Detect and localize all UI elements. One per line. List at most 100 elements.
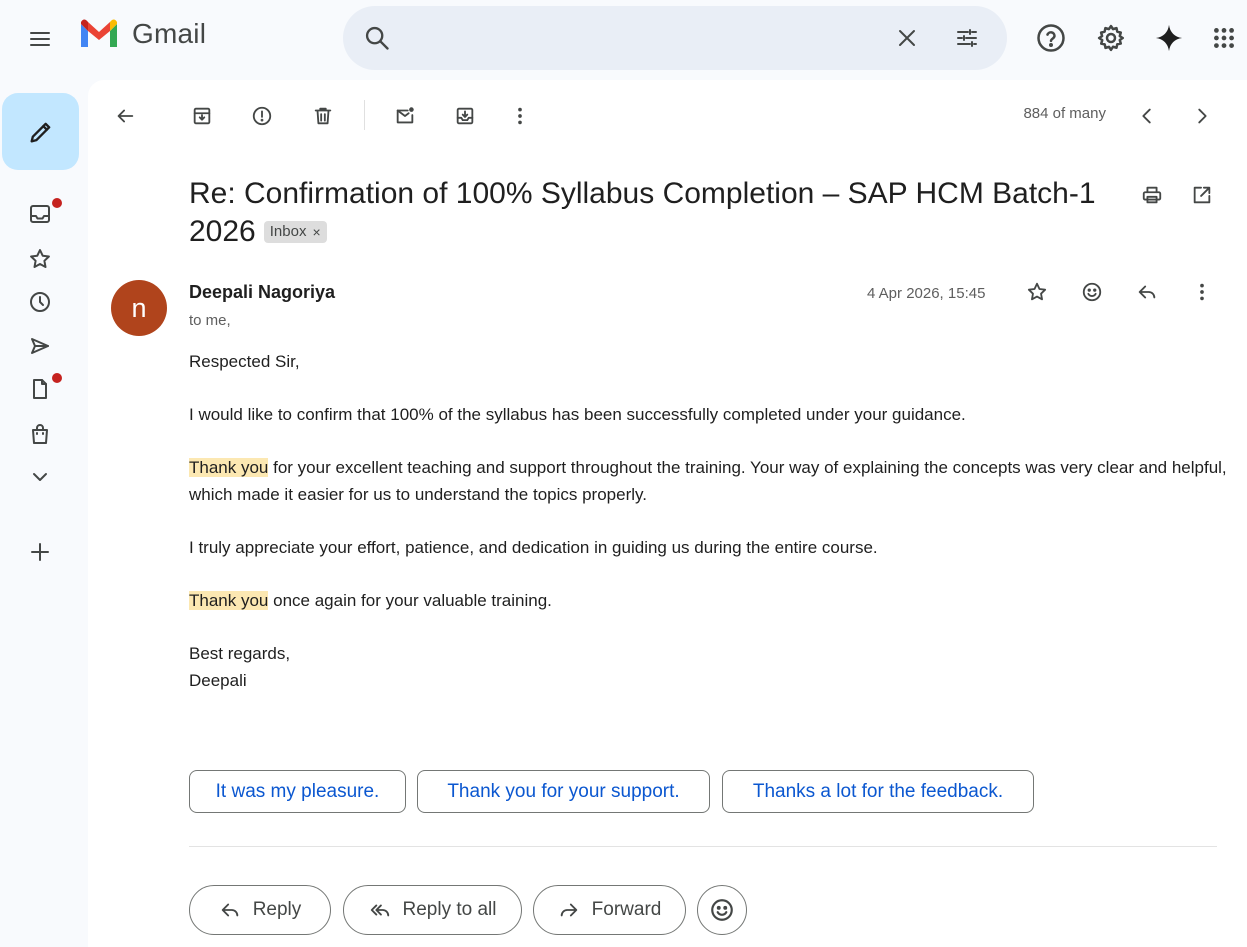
chevron-left-icon: [1142, 108, 1151, 124]
body-greeting: Respected Sir,: [189, 352, 300, 371]
smart-reply-button[interactable]: Thank you for your support.: [417, 770, 710, 813]
email-date: 4 Apr 2026, 15:45: [867, 285, 986, 302]
report-icon: [252, 106, 272, 126]
message-counter: 884 of many: [1023, 105, 1106, 122]
delete-button[interactable]: [305, 98, 341, 134]
section-divider: [189, 846, 1217, 847]
forward-label: Forward: [591, 899, 662, 920]
search-input[interactable]: [411, 20, 881, 56]
chevron-right-icon: [1198, 108, 1207, 124]
star-button[interactable]: [1019, 274, 1055, 310]
create-label-button[interactable]: [20, 536, 60, 568]
more-options-button[interactable]: [502, 98, 538, 134]
body-paragraph: Thank you once again for your valuable t…: [189, 587, 1229, 614]
search-icon[interactable]: [363, 24, 391, 52]
notification-dot: [52, 198, 62, 208]
search-highlight: Thank you: [189, 458, 269, 477]
sidebar-item-purchases[interactable]: [20, 418, 60, 450]
help-icon: [1037, 24, 1065, 52]
print-icon: [1142, 186, 1162, 204]
clear-search-button[interactable]: [891, 22, 923, 54]
tune-icon: [957, 29, 977, 47]
pencil-icon: [30, 122, 50, 142]
reply-label: Reply: [252, 899, 302, 920]
apps-grid-icon: [1214, 28, 1234, 48]
reply-button[interactable]: Reply: [189, 885, 331, 935]
sidebar-more-button[interactable]: [20, 461, 60, 493]
add-reaction-button[interactable]: [1074, 274, 1110, 310]
shopping-bag-icon: [32, 424, 48, 444]
sidebar-item-sent[interactable]: [20, 330, 60, 362]
archive-button[interactable]: [184, 98, 220, 134]
archive-icon: [193, 107, 211, 125]
body-closing: Best regards,: [189, 644, 291, 663]
email-subject: Re: Confirmation of 100% Syllabus Comple…: [189, 175, 1129, 251]
star-icon: [30, 249, 50, 268]
body-paragraph: Thank you for your excellent teaching an…: [189, 454, 1229, 508]
main-menu-button[interactable]: [20, 19, 60, 59]
clock-icon: [30, 292, 50, 312]
trash-icon: [314, 107, 332, 125]
recipient-details[interactable]: to me,: [189, 312, 231, 329]
reply-icon-button[interactable]: [1129, 274, 1165, 310]
inbox-label-chip: Inbox ×: [263, 221, 327, 243]
emoji-reaction-button[interactable]: [697, 885, 747, 935]
sender-name[interactable]: Deepali Nagoriya: [189, 282, 335, 303]
toolbar-divider: [364, 100, 365, 130]
close-icon: [899, 30, 915, 46]
notification-dot: [52, 373, 62, 383]
remove-label-button[interactable]: ×: [312, 222, 320, 242]
message-more-button[interactable]: [1184, 274, 1220, 310]
body-text: for your excellent teaching and support …: [189, 458, 1227, 504]
sidebar-item-snoozed[interactable]: [20, 286, 60, 318]
gmail-logo[interactable]: Gmail: [78, 18, 206, 50]
compose-button[interactable]: [2, 93, 79, 170]
newer-button[interactable]: [1129, 98, 1165, 134]
more-vert-icon: [1200, 283, 1204, 301]
email-view: 884 of many Re: Confirmation of 100% Syl…: [88, 80, 1247, 947]
search-options-button[interactable]: [951, 22, 983, 54]
hamburger-menu-icon: [30, 32, 50, 46]
body-paragraph: I would like to confirm that 100% of the…: [189, 405, 966, 424]
mark-unread-icon: [396, 107, 414, 124]
reply-all-label: Reply to all: [402, 899, 497, 920]
older-button[interactable]: [1184, 98, 1220, 134]
gear-icon: [1097, 24, 1124, 52]
smart-reply-button[interactable]: It was my pleasure.: [189, 770, 406, 813]
move-to-button[interactable]: [447, 98, 483, 134]
mark-unread-button[interactable]: [387, 98, 423, 134]
open-in-new-icon: [1193, 186, 1211, 204]
back-button[interactable]: [107, 98, 143, 134]
help-button[interactable]: [1031, 18, 1071, 58]
settings-button[interactable]: [1091, 18, 1131, 58]
search-highlight: Thank you: [189, 591, 269, 610]
reply-all-icon: [370, 904, 389, 917]
send-icon: [31, 338, 49, 354]
app-name: Gmail: [132, 18, 207, 49]
apps-button[interactable]: [1204, 18, 1244, 58]
smart-reply-button[interactable]: Thanks a lot for the feedback.: [722, 770, 1034, 813]
body-text: once again for your valuable training.: [268, 591, 552, 610]
email-body: Respected Sir, I would like to confirm t…: [189, 348, 1229, 720]
search-bar: [343, 6, 1007, 70]
reply-all-button[interactable]: Reply to all: [343, 885, 522, 935]
report-spam-button[interactable]: [244, 98, 280, 134]
sender-avatar[interactable]: n: [111, 280, 167, 336]
top-bar: Gmail: [0, 0, 1247, 78]
print-button[interactable]: [1134, 177, 1170, 213]
draft-file-icon: [33, 379, 47, 399]
arrow-back-icon: [117, 109, 134, 123]
forward-icon: [560, 903, 577, 917]
reply-icon: [1138, 285, 1156, 299]
more-vert-icon: [518, 107, 522, 125]
open-new-window-button[interactable]: [1184, 177, 1220, 213]
star-icon: [1027, 282, 1047, 301]
plus-icon: [31, 543, 49, 561]
chevron-down-icon: [33, 473, 47, 481]
gemini-button[interactable]: [1149, 18, 1189, 58]
forward-button[interactable]: Forward: [533, 885, 686, 935]
sidebar-item-starred[interactable]: [20, 243, 60, 275]
move-to-inbox-icon: [456, 107, 474, 125]
emoji-icon: [711, 899, 733, 921]
reply-icon: [221, 903, 238, 917]
